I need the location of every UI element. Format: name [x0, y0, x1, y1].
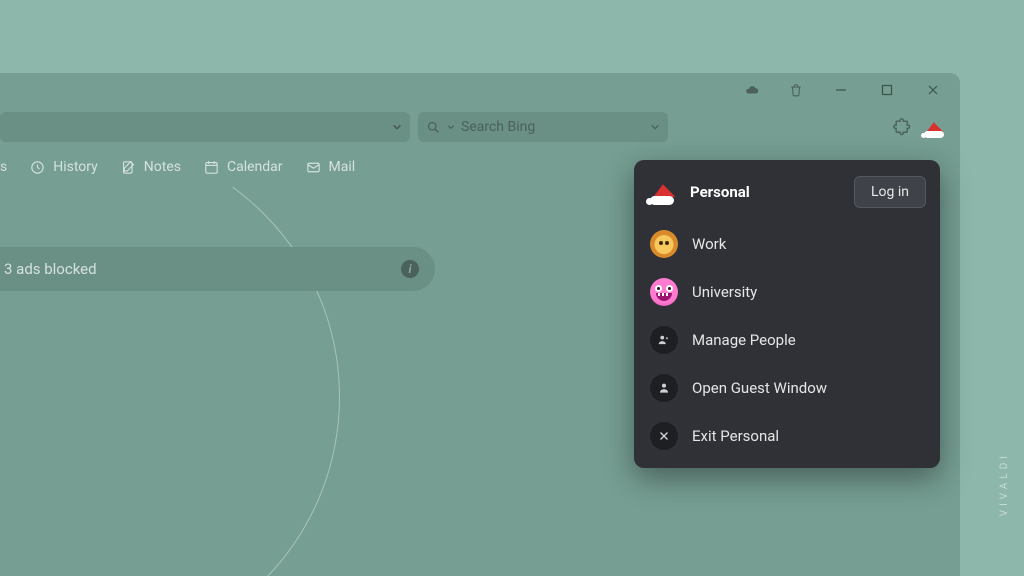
- info-icon[interactable]: i: [401, 260, 419, 278]
- address-bar[interactable]: [0, 112, 410, 142]
- sync-cloud-icon[interactable]: [730, 73, 774, 107]
- exit-profile-item[interactable]: Exit Personal: [634, 412, 940, 460]
- search-input[interactable]: [461, 119, 644, 135]
- bookmark-label: Mail: [329, 159, 356, 175]
- current-profile-avatar: [648, 179, 678, 205]
- toolbar: [0, 107, 960, 147]
- bookmark-mail[interactable]: Mail: [305, 159, 356, 176]
- bookmark-label: Calendar: [227, 159, 283, 175]
- chevron-down-icon[interactable]: [650, 122, 660, 132]
- window-minimize-button[interactable]: [818, 73, 864, 107]
- people-icon: [650, 326, 678, 354]
- ads-blocked-card[interactable]: 3 ads blocked i: [0, 247, 435, 291]
- bookmark-label: Notes: [144, 159, 181, 175]
- monster-avatar-icon: [650, 278, 678, 306]
- decorative-arc: [0, 187, 340, 576]
- titlebar: [0, 73, 960, 107]
- profile-item-label: University: [692, 283, 757, 301]
- watermark: VIVALDI: [999, 452, 1010, 516]
- bookmark-notes[interactable]: Notes: [120, 159, 181, 176]
- guest-icon: [650, 374, 678, 402]
- chevron-down-icon: [447, 123, 455, 131]
- mail-icon: [305, 159, 322, 176]
- window-maximize-button[interactable]: [864, 73, 910, 107]
- manage-people-item[interactable]: Manage People: [634, 316, 940, 364]
- lion-avatar-icon: [650, 230, 678, 258]
- ads-blocked-text: 3 ads blocked: [4, 260, 97, 278]
- santa-hat-icon: [648, 179, 678, 205]
- profile-item-work[interactable]: Work: [634, 220, 940, 268]
- profile-popup: Personal Log in Work University Manage P…: [634, 160, 940, 468]
- window-close-button[interactable]: [910, 73, 956, 107]
- santa-hat-icon: [922, 116, 950, 138]
- login-button[interactable]: Log in: [854, 176, 926, 208]
- extensions-icon[interactable]: [890, 115, 914, 139]
- clock-icon: [29, 159, 46, 176]
- open-guest-window-item[interactable]: Open Guest Window: [634, 364, 940, 412]
- notes-icon: [120, 159, 137, 176]
- popup-action-label: Manage People: [692, 331, 796, 349]
- calendar-icon: [203, 159, 220, 176]
- profile-item-university[interactable]: University: [634, 268, 940, 316]
- popup-action-label: Exit Personal: [692, 427, 779, 445]
- close-icon: [650, 422, 678, 450]
- bookmark-history[interactable]: History: [29, 159, 98, 176]
- profile-button[interactable]: [922, 116, 950, 138]
- bookmark-label: History: [53, 159, 98, 175]
- search-box[interactable]: [418, 112, 668, 142]
- chevron-down-icon: [392, 122, 402, 132]
- trash-icon[interactable]: [774, 73, 818, 107]
- bookmark-fragment: s: [0, 159, 7, 175]
- profile-item-label: Work: [692, 235, 726, 253]
- search-icon: [426, 120, 441, 135]
- current-profile-name: Personal: [690, 183, 842, 201]
- bookmark-calendar[interactable]: Calendar: [203, 159, 283, 176]
- popup-action-label: Open Guest Window: [692, 379, 827, 397]
- profile-popup-header: Personal Log in: [634, 170, 940, 220]
